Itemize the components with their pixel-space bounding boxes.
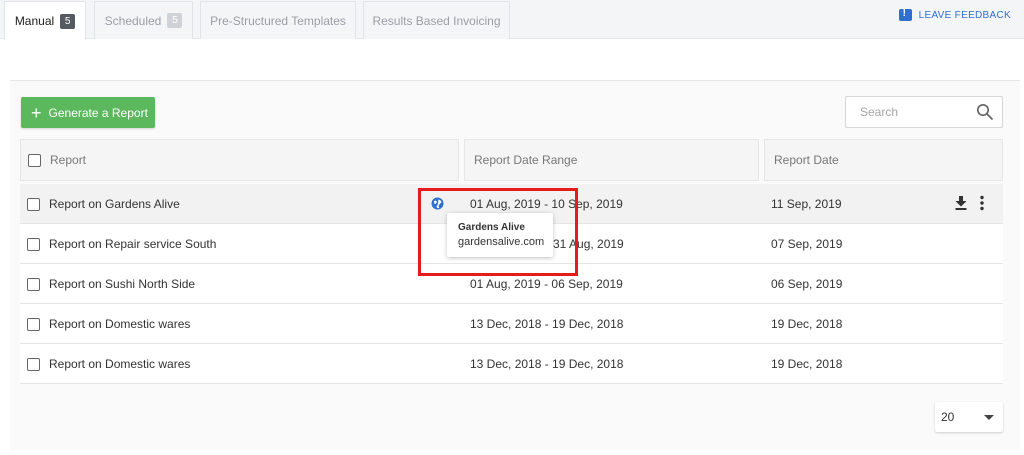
tab-scheduled[interactable]: Scheduled 5 (94, 1, 193, 39)
report-name[interactable]: Report on Gardens Alive (49, 184, 180, 224)
column-header-report-date[interactable]: Report Date (764, 139, 1003, 181)
tab-manual[interactable]: Manual 5 (4, 1, 86, 40)
report-date-range: 31 Aug, 2019 (553, 237, 624, 251)
report-date-range: 01 Aug, 2019 - 06 Sep, 2019 (470, 277, 623, 291)
download-icon[interactable] (954, 195, 968, 211)
tooltip-domain: gardensalive.com (458, 236, 545, 248)
column-header-report[interactable]: Report (20, 139, 459, 181)
report-date-range: 13 Dec, 2018 - 19 Dec, 2018 (470, 357, 624, 371)
tab-label: Pre-Structured Templates (210, 13, 346, 28)
report-name[interactable]: Report on Repair service South (49, 224, 216, 264)
tab-bar: Manual 5 Scheduled 5 Pre-Structured Temp… (0, 0, 1024, 40)
tab-count-badge: 5 (60, 13, 76, 29)
row-checkbox[interactable] (27, 277, 40, 291)
more-options-icon[interactable] (980, 195, 984, 211)
caret-down-icon (984, 415, 994, 420)
row-checkbox[interactable] (27, 197, 40, 211)
report-date: 19 Dec, 2018 (771, 357, 843, 371)
report-date: 11 Sep, 2019 (771, 197, 842, 211)
generate-report-button[interactable]: + Generate a Report (21, 97, 155, 128)
row-checkbox[interactable] (27, 317, 40, 331)
column-header-label: Report Date (774, 153, 839, 167)
row-actions (954, 195, 984, 211)
column-header-label: Report (50, 153, 87, 167)
tab-count-badge: 5 (167, 13, 183, 28)
search-input[interactable] (860, 105, 970, 119)
tooltip-title: Gardens Alive (458, 222, 525, 233)
tab-results-based-invoicing[interactable]: Results Based Invoicing (363, 1, 510, 39)
page-size-value: 20 (941, 410, 955, 424)
page-size-select[interactable]: 20 (935, 402, 1003, 432)
tab-label: Manual (14, 14, 55, 28)
search-box (845, 96, 1003, 128)
tab-label: Results Based Invoicing (372, 13, 501, 28)
report-date-range: 13 Dec, 2018 - 19 Dec, 2018 (470, 317, 624, 331)
search-icon[interactable] (976, 103, 994, 121)
row-checkbox[interactable] (27, 357, 40, 371)
globe-icon[interactable] (431, 197, 444, 210)
table-row[interactable]: Report on Sushi North Side 01 Aug, 2019 … (20, 264, 1003, 304)
report-name[interactable]: Report on Domestic wares (49, 344, 190, 384)
table-row[interactable]: Report on Domestic wares 13 Dec, 2018 - … (20, 304, 1003, 344)
column-header-date-range[interactable]: Report Date Range (464, 139, 759, 181)
report-date: 19 Dec, 2018 (771, 317, 843, 331)
report-name[interactable]: Report on Sushi North Side (49, 264, 195, 304)
tab-pre-structured-templates[interactable]: Pre-Structured Templates (200, 1, 356, 39)
website-tooltip: Gardens Alive gardensalive.com (447, 213, 553, 257)
report-date: 07 Sep, 2019 (771, 237, 843, 251)
report-name[interactable]: Report on Domestic wares (49, 304, 190, 344)
leave-feedback-label: LEAVE FEEDBACK (918, 9, 1011, 21)
plus-icon: + (31, 102, 42, 123)
leave-feedback-link[interactable]: LEAVE FEEDBACK (898, 8, 1011, 21)
table-row[interactable]: Report on Domestic wares 13 Dec, 2018 - … (20, 344, 1003, 384)
column-header-label: Report Date Range (474, 153, 578, 167)
select-all-checkbox[interactable] (28, 153, 41, 167)
feedback-icon (898, 8, 912, 21)
report-date: 06 Sep, 2019 (771, 277, 843, 291)
generate-report-label: Generate a Report (48, 105, 148, 120)
row-checkbox[interactable] (27, 237, 40, 251)
tab-label: Scheduled (104, 13, 162, 28)
